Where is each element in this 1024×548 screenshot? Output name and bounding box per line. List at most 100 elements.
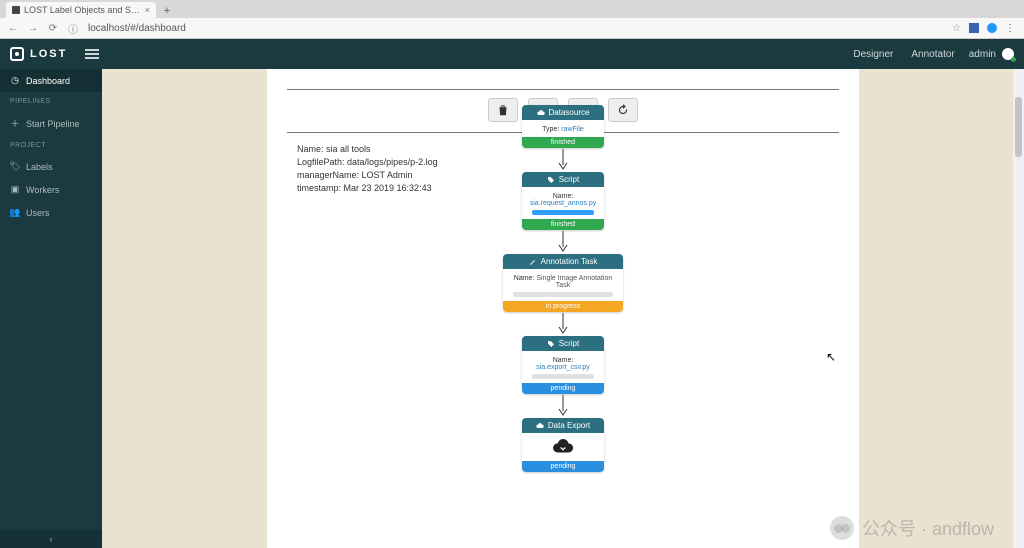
node-body: Name: sia.request_annos.py <box>522 187 604 219</box>
node-header: Script <box>522 172 604 187</box>
node-title: Datasource <box>549 108 590 117</box>
tab-close-icon[interactable]: × <box>145 5 150 15</box>
progress-bar <box>532 374 594 379</box>
node-status: finished <box>522 137 604 148</box>
node-body-value[interactable]: sia.export_csv.py <box>536 364 590 371</box>
node-body-value[interactable]: rawFile <box>561 126 584 133</box>
pipeline-sheet: Name: sia all tools LogfilePath: data/lo… <box>267 69 859 548</box>
sidebar-item-label: Start Pipeline <box>26 119 80 129</box>
tag-icon <box>547 340 555 348</box>
node-body: Name: Single Image Annotation Task <box>503 269 623 301</box>
meta-line: managerName: LOST Admin <box>297 169 438 182</box>
sidebar-item-label: Workers <box>26 185 59 195</box>
nav-annotator[interactable]: Annotator <box>911 49 954 60</box>
sidebar-toggle-button[interactable] <box>85 49 99 59</box>
brand[interactable]: LOST <box>10 47 67 61</box>
pipeline-node-datasource[interactable]: Datasource Type: rawFile finished <box>522 105 604 148</box>
node-title: Script <box>559 339 579 348</box>
node-header: Datasource <box>522 105 604 120</box>
node-header: Annotation Task <box>503 254 623 269</box>
tab-title: LOST Label Objects and S… <box>24 5 140 15</box>
tag-icon: 🏷 <box>10 161 20 172</box>
sidebar-header-pipelines: PIPELINES <box>0 92 102 111</box>
pipeline-node-script[interactable]: Script Name: sia.export_csv.py pending <box>522 336 604 394</box>
pipeline-metadata: Name: sia all tools LogfilePath: data/lo… <box>297 143 438 195</box>
sidebar-collapse-button[interactable]: ‹ <box>0 530 102 548</box>
sidebar-item-start-pipeline[interactable]: ＋ Start Pipeline <box>0 111 102 136</box>
node-body-value: Single Image Annotation Task <box>536 275 612 289</box>
meta-line: timestamp: Mar 23 2019 16:32:43 <box>297 182 438 195</box>
node-header: Script <box>522 336 604 351</box>
node-title: Script <box>559 175 579 184</box>
node-body-label: Name: <box>553 357 574 364</box>
divider <box>287 89 839 90</box>
plus-icon: ＋ <box>10 117 20 130</box>
pipeline-node-data-export[interactable]: Data Export pending <box>522 418 604 472</box>
user-menu[interactable]: admin <box>969 48 1014 60</box>
node-body-label: Type: <box>542 126 559 133</box>
users-icon: 👥 <box>10 207 20 218</box>
bookmark-star-icon[interactable]: ☆ <box>952 23 961 34</box>
pipeline-node-script[interactable]: Script Name: sia.request_annos.py finish… <box>522 172 604 230</box>
cloud-download-icon <box>552 439 574 455</box>
extension-icon[interactable] <box>969 23 979 33</box>
new-tab-button[interactable]: + <box>160 4 174 18</box>
tag-icon <box>547 176 555 184</box>
sidebar-item-dashboard[interactable]: ◷ Dashboard <box>0 69 102 92</box>
forward-icon[interactable]: → <box>28 23 38 34</box>
brand-name: LOST <box>30 48 67 60</box>
gauge-icon: ◷ <box>10 75 20 86</box>
sidebar-item-label: Labels <box>26 162 53 172</box>
node-status: finished <box>522 219 604 230</box>
meta-line: LogfilePath: data/logs/pipes/p-2.log <box>297 156 438 169</box>
sidebar-item-label: Dashboard <box>26 76 70 86</box>
flow-arrow-icon <box>558 148 568 172</box>
sidebar-item-workers[interactable]: ▣ Workers <box>0 178 102 201</box>
tab-favicon <box>12 6 20 14</box>
browser-tab[interactable]: LOST Label Objects and S… × <box>6 2 156 18</box>
node-body-label: Name: <box>514 275 535 282</box>
url-field[interactable]: localhost/#/dashboard <box>88 23 942 34</box>
flow-arrow-icon <box>558 394 568 418</box>
nav-designer[interactable]: Designer <box>853 49 893 60</box>
progress-bar <box>513 292 613 297</box>
brand-logo-icon <box>10 47 24 61</box>
progress-bar <box>532 210 594 215</box>
info-icon: ⓘ <box>68 21 78 36</box>
flow-arrow-icon <box>558 312 568 336</box>
sidebar-header-project: PROJECT <box>0 136 102 155</box>
node-status: pending <box>522 383 604 394</box>
scrollbar-thumb[interactable] <box>1015 97 1022 157</box>
browser-address-bar: ← → ⟳ ⓘ localhost/#/dashboard ☆ ⋮ <box>0 18 1024 38</box>
sidebar-item-label: Users <box>26 208 50 218</box>
browser-menu-icon[interactable]: ⋮ <box>1005 23 1016 34</box>
node-body-value[interactable]: sia.request_annos.py <box>530 200 597 207</box>
browser-tabstrip: LOST Label Objects and S… × + <box>0 0 1024 18</box>
content-stage: Name: sia all tools LogfilePath: data/lo… <box>102 69 1024 548</box>
user-name: admin <box>969 49 996 60</box>
node-body: Name: sia.export_csv.py <box>522 351 604 383</box>
pipeline-node-annotation-task[interactable]: Annotation Task Name: Single Image Annot… <box>503 254 623 312</box>
pipeline-flow: Datasource Type: rawFile finished Script <box>503 105 623 472</box>
meta-line: Name: sia all tools <box>297 143 438 156</box>
node-title: Data Export <box>548 421 590 430</box>
scrollbar[interactable] <box>1013 69 1024 548</box>
cube-icon: ▣ <box>10 184 20 195</box>
cloud-icon <box>536 422 544 430</box>
cloud-icon <box>537 109 545 117</box>
reload-icon[interactable]: ⟳ <box>48 23 58 34</box>
sidebar-item-labels[interactable]: 🏷 Labels <box>0 155 102 178</box>
back-icon[interactable]: ← <box>8 23 18 34</box>
sidebar: ◷ Dashboard PIPELINES ＋ Start Pipeline P… <box>0 69 102 548</box>
node-status: pending <box>522 461 604 472</box>
node-header: Data Export <box>522 418 604 433</box>
profile-avatar-icon[interactable] <box>987 23 997 33</box>
browser-chrome: LOST Label Objects and S… × + ← → ⟳ ⓘ lo… <box>0 0 1024 39</box>
node-status: in progress <box>503 301 623 312</box>
node-body <box>522 433 604 461</box>
node-title: Annotation Task <box>541 257 598 266</box>
sidebar-item-users[interactable]: 👥 Users <box>0 201 102 224</box>
pencil-icon <box>529 258 537 266</box>
flow-arrow-icon <box>558 230 568 254</box>
node-body-label: Name: <box>553 193 574 200</box>
